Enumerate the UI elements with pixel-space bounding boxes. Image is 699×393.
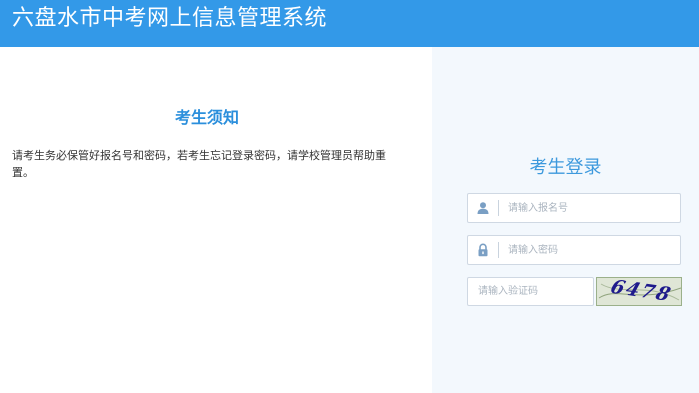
captcha-image[interactable]: 6478 bbox=[596, 277, 682, 306]
lock-icon bbox=[468, 236, 498, 264]
captcha-field[interactable] bbox=[467, 277, 594, 306]
field-divider bbox=[498, 242, 499, 258]
password-input[interactable] bbox=[508, 236, 676, 264]
login-title: 考生登录 bbox=[529, 157, 602, 178]
user-icon bbox=[468, 194, 498, 222]
app-header: 六盘水市中考网上信息管理系统 bbox=[0, 0, 699, 47]
username-field[interactable] bbox=[467, 193, 681, 223]
username-input[interactable] bbox=[508, 194, 676, 222]
notice-text: 请考生务必保管好报名号和密码，若考生忘记登录密码，请学校管理员帮助重置。 bbox=[12, 149, 386, 179]
notice-panel: 考生须知 请考生务必保管好报名号和密码，若考生忘记登录密码，请学校管理员帮助重置… bbox=[0, 47, 432, 393]
notice-title: 考生须知 bbox=[174, 108, 239, 127]
password-field[interactable] bbox=[467, 235, 681, 265]
captcha-input[interactable] bbox=[478, 278, 590, 305]
field-divider bbox=[498, 200, 499, 216]
app-title: 六盘水市中考网上信息管理系统 bbox=[12, 6, 328, 31]
